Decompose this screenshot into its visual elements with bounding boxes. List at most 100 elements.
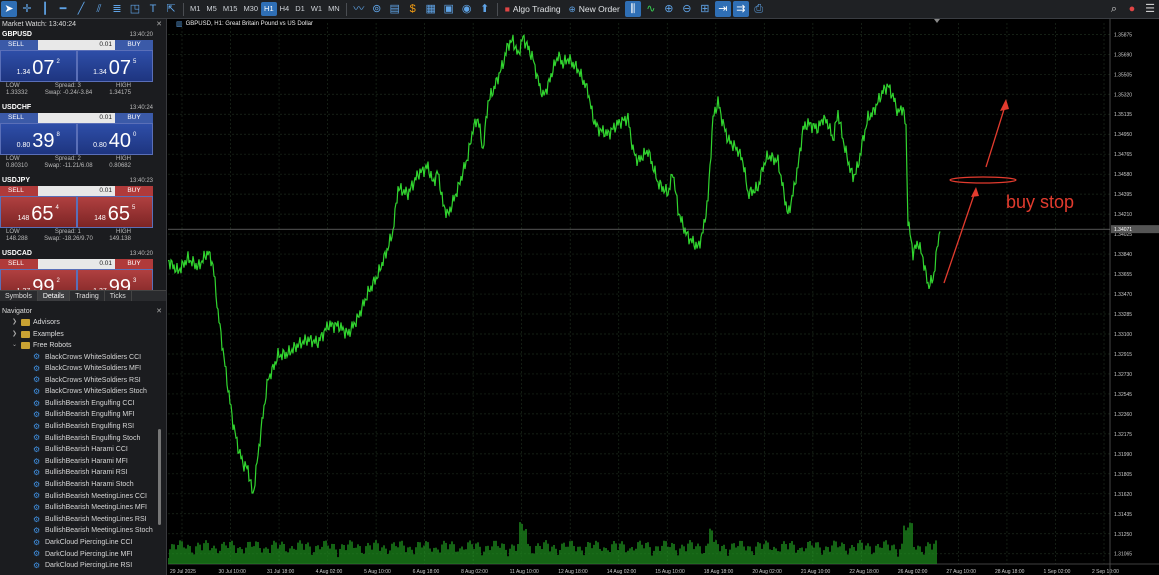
cursor-icon[interactable]: ➤: [1, 1, 17, 17]
layout-icon[interactable]: ▦: [423, 1, 439, 17]
robot-item[interactable]: ⚙ BullishBearish Harami CCI: [0, 444, 160, 456]
bid-price[interactable]: 1.34 07 2: [0, 50, 77, 82]
bid-fraction: 2: [56, 59, 60, 65]
fibonacci-icon[interactable]: ≣: [109, 1, 125, 17]
navigator-scrollbar[interactable]: [158, 429, 161, 525]
dollar-icon[interactable]: $: [405, 1, 421, 17]
algo-trading-button[interactable]: ■ Algo Trading: [501, 4, 565, 14]
sell-button[interactable]: SELL: [0, 40, 38, 50]
notifications-icon[interactable]: ●: [1124, 1, 1140, 17]
tab-details[interactable]: Details: [37, 291, 71, 301]
robot-item[interactable]: ⚙ DarkCloud PiercingLine MFI: [0, 549, 160, 561]
shapes-icon[interactable]: ◳: [127, 1, 143, 17]
horizontal-line-icon[interactable]: ━: [55, 1, 71, 17]
timeframe-h4[interactable]: H4: [277, 2, 293, 16]
robot-item[interactable]: ⚙ BullishBearish Engulfing CCI: [0, 398, 160, 410]
buy-button[interactable]: BUY: [115, 40, 153, 50]
ask-price[interactable]: 148 65 5: [76, 196, 153, 228]
robot-item[interactable]: ⚙ BlackCrows WhiteSoldiers CCI: [0, 352, 160, 364]
robot-item[interactable]: ⚙ DarkCloud PiercingLine CCI: [0, 537, 160, 549]
symbol-row[interactable]: USDCHF 13:40:24 SELL 0.01 BUY 0.80 39 8 0.…: [0, 103, 166, 176]
timeframe-d1[interactable]: D1: [292, 2, 308, 16]
autoscroll-icon[interactable]: ⬆: [477, 1, 493, 17]
screenshot-icon[interactable]: ⎙: [751, 1, 767, 17]
close-icon[interactable]: ✕: [156, 306, 166, 317]
symbol-row[interactable]: USDJPY 13:40:23 SELL 0.01 BUY 148 65 4 148…: [0, 176, 166, 249]
buy-button[interactable]: BUY: [115, 113, 153, 123]
bid-price[interactable]: 148 65 4: [0, 196, 77, 228]
symbol-row[interactable]: GBPUSD 13:40:20 SELL 0.01 BUY 1.34 07 2 1.…: [0, 30, 166, 103]
market-watch-tabs: Symbols Details Trading Ticks: [0, 290, 166, 301]
symbol-time: 13:40:23: [129, 178, 153, 184]
zoom-in-icon[interactable]: ⊕: [661, 1, 677, 17]
robot-item[interactable]: ⚙ BullishBearish MeetingLines CCI: [0, 491, 160, 503]
ask-price[interactable]: 1.34 07 5: [76, 50, 153, 82]
lot-size-input[interactable]: 0.01: [38, 40, 115, 50]
autoscroll-toggle-icon[interactable]: ⇉: [732, 1, 749, 17]
tab-ticks[interactable]: Ticks: [105, 291, 132, 301]
lot-size-input[interactable]: 0.01: [38, 259, 115, 269]
close-icon[interactable]: ✕: [156, 19, 166, 30]
nav-folder-examples[interactable]: ❯ Examples: [0, 329, 160, 341]
trendline-icon[interactable]: ╱: [73, 1, 89, 17]
robot-item[interactable]: ⚙ BlackCrows WhiteSoldiers RSI: [0, 375, 160, 387]
robot-item[interactable]: ⚙ BullishBearish MeetingLines Stoch: [0, 525, 160, 537]
chart-window-icon[interactable]: ▣: [441, 1, 457, 17]
trade-signal-icon[interactable]: ∿: [643, 1, 659, 17]
robot-item[interactable]: ⚙ BullishBearish Engulfing MFI: [0, 409, 160, 421]
price-chart[interactable]: 1.35875 1.35690 1.35505 1.35320 1.35135 1.349…: [167, 19, 1159, 575]
timeframe-m15[interactable]: M15: [220, 2, 241, 16]
templates-icon[interactable]: ▤: [387, 1, 403, 17]
arrow-tools-icon[interactable]: ⇱: [163, 1, 179, 17]
ask-fraction: 0: [133, 132, 137, 138]
indicators-icon[interactable]: ⊚: [369, 1, 385, 17]
search-icon[interactable]: ⌕: [1106, 1, 1122, 17]
timeframe-w1[interactable]: W1: [308, 2, 325, 16]
chart-type-icon[interactable]: 〰: [351, 1, 367, 17]
robot-item[interactable]: ⚙ DarkCloud PiercingLine RSI: [0, 560, 160, 572]
symbol-stats-values: 1.33332 Swap: -0.24/-3.84 1.34175: [0, 89, 153, 96]
ask-price[interactable]: 0.80 40 0: [76, 123, 153, 155]
chart-shift-icon[interactable]: ⇥: [714, 1, 731, 17]
nav-folder-free-robots[interactable]: ⌄ Free Robots: [0, 340, 160, 352]
symbol-name: GBPUSD: [2, 31, 32, 38]
tab-symbols[interactable]: Symbols: [0, 291, 38, 301]
timeframe-m1[interactable]: M1: [187, 2, 203, 16]
lot-size-input[interactable]: 0.01: [38, 113, 115, 123]
tab-trading[interactable]: Trading: [70, 291, 105, 301]
crosshair-icon[interactable]: ✛: [19, 1, 35, 17]
channel-icon[interactable]: ⫽: [91, 1, 107, 17]
timeframe-mn[interactable]: MN: [325, 2, 343, 16]
robot-item[interactable]: ⚙ BlackCrows WhiteSoldiers Stoch: [0, 386, 160, 398]
new-order-button[interactable]: ⊕ New Order: [565, 4, 624, 15]
buy-button[interactable]: BUY: [115, 186, 153, 196]
buy-button[interactable]: BUY: [115, 259, 153, 269]
timeframe-h1[interactable]: H1: [261, 2, 277, 16]
profile-icon[interactable]: ◉: [459, 1, 475, 17]
account-icon[interactable]: ☰: [1142, 1, 1158, 17]
robot-item[interactable]: ⚙ BullishBearish Engulfing RSI: [0, 421, 160, 433]
zoom-out-icon[interactable]: ⊖: [679, 1, 695, 17]
bid-price[interactable]: 0.80 39 8: [0, 123, 77, 155]
robot-item[interactable]: ⚙ BullishBearish Harami Stoch: [0, 479, 160, 491]
timeframe-m5[interactable]: M5: [203, 2, 219, 16]
depth-of-market-icon[interactable]: ⫼: [624, 1, 641, 17]
robot-item[interactable]: ⚙ BlackCrows WhiteSoldiers MFI: [0, 363, 160, 375]
lot-size-input[interactable]: 0.01: [38, 186, 115, 196]
timeframe-m30[interactable]: M30: [240, 2, 261, 16]
chart-canvas[interactable]: 1.35875 1.35690 1.35505 1.35320 1.35135 1.349…: [167, 19, 1159, 575]
vertical-line-icon[interactable]: ┃: [37, 1, 53, 17]
robot-item[interactable]: ⚙ BullishBearish Harami MFI: [0, 456, 160, 468]
tile-windows-icon[interactable]: ⊞: [697, 1, 713, 17]
text-icon[interactable]: T: [145, 1, 161, 17]
sell-button[interactable]: SELL: [0, 113, 38, 123]
nav-folder-advisors[interactable]: ❯ Advisors: [0, 317, 160, 329]
robot-item[interactable]: ⚙ BullishBearish MeetingLines MFI: [0, 502, 160, 514]
robot-item[interactable]: ⚙ BullishBearish Engulfing Stoch: [0, 433, 160, 445]
sell-button[interactable]: SELL: [0, 259, 38, 269]
sell-button[interactable]: SELL: [0, 186, 38, 196]
robot-item[interactable]: ⚙ BullishBearish MeetingLines RSI: [0, 514, 160, 526]
nav-folder-label: Advisors: [33, 319, 60, 326]
y-tick-label: 1.31065: [1114, 552, 1132, 558]
robot-item[interactable]: ⚙ BullishBearish Harami RSI: [0, 467, 160, 479]
